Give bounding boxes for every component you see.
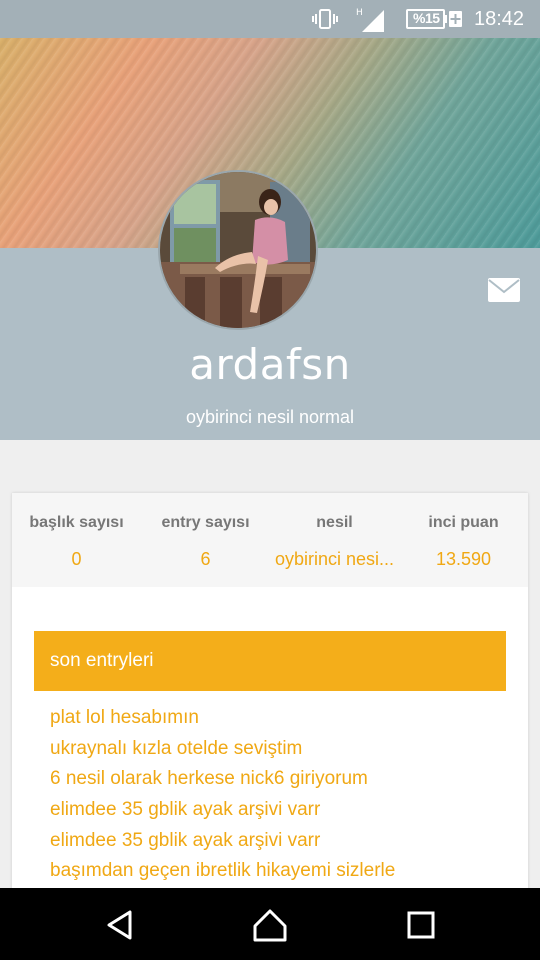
entry-link[interactable]: plat lol hesabımın [50,703,520,734]
profile-photo-icon [160,172,316,328]
envelope-icon[interactable] [487,277,521,303]
navigation-bar [0,888,540,960]
recents-square-icon[interactable] [400,906,440,944]
entry-link[interactable]: başımdan geçen ibretlik hikayemi sizlerl… [50,856,520,887]
stat-label: inci puan [428,514,499,531]
profile-card: başlık sayısı 0 entry sayısı 6 nesil oyb… [12,493,528,893]
stat-points: inci puan 13.590 [399,493,528,587]
username: ardafsn [189,340,351,389]
battery-percentage: %15 [413,10,440,26]
stat-value: 0 [71,549,82,569]
stat-topic-count: başlık sayısı 0 [12,493,141,587]
status-bar: H %15 18:42 [0,0,540,38]
stats-row: başlık sayısı 0 entry sayısı 6 nesil oyb… [12,493,528,587]
stat-label: nesil [316,514,353,531]
entry-link[interactable]: ukraynalı kızla otelde seviştim [50,734,520,765]
stat-label: başlık sayısı [29,514,124,531]
clock: 18:42 [474,8,525,30]
stat-label: entry sayısı [161,514,250,531]
stat-generation: nesil oybirinci nesi... [270,493,399,587]
home-icon[interactable] [250,906,290,944]
entry-link[interactable]: elimdee 35 gblik ayak arşivi varr [50,795,520,826]
entry-link[interactable]: elimdee 35 gblik ayak arşivi varr [50,826,520,857]
stat-value: 13.590 [435,549,492,569]
recent-entries-list: plat lol hesabımın ukraynalı kızla oteld… [50,703,520,887]
vibrate-icon [312,9,338,29]
stat-entry-count: entry sayısı 6 [141,493,270,587]
entry-link[interactable]: 6 nesil olarak herkese nick6 giriyorum [50,764,520,795]
svg-text:H: H [356,8,363,18]
recent-entries-header: son entryleri [34,631,506,691]
profile-subtitle: oybirinci nesil normal [185,407,355,427]
stat-value: 6 [200,549,211,569]
avatar[interactable] [158,170,318,330]
stat-value: oybirinci nesi... [274,549,395,569]
back-triangle-icon[interactable] [100,906,140,944]
signal-icon: H [356,8,384,32]
